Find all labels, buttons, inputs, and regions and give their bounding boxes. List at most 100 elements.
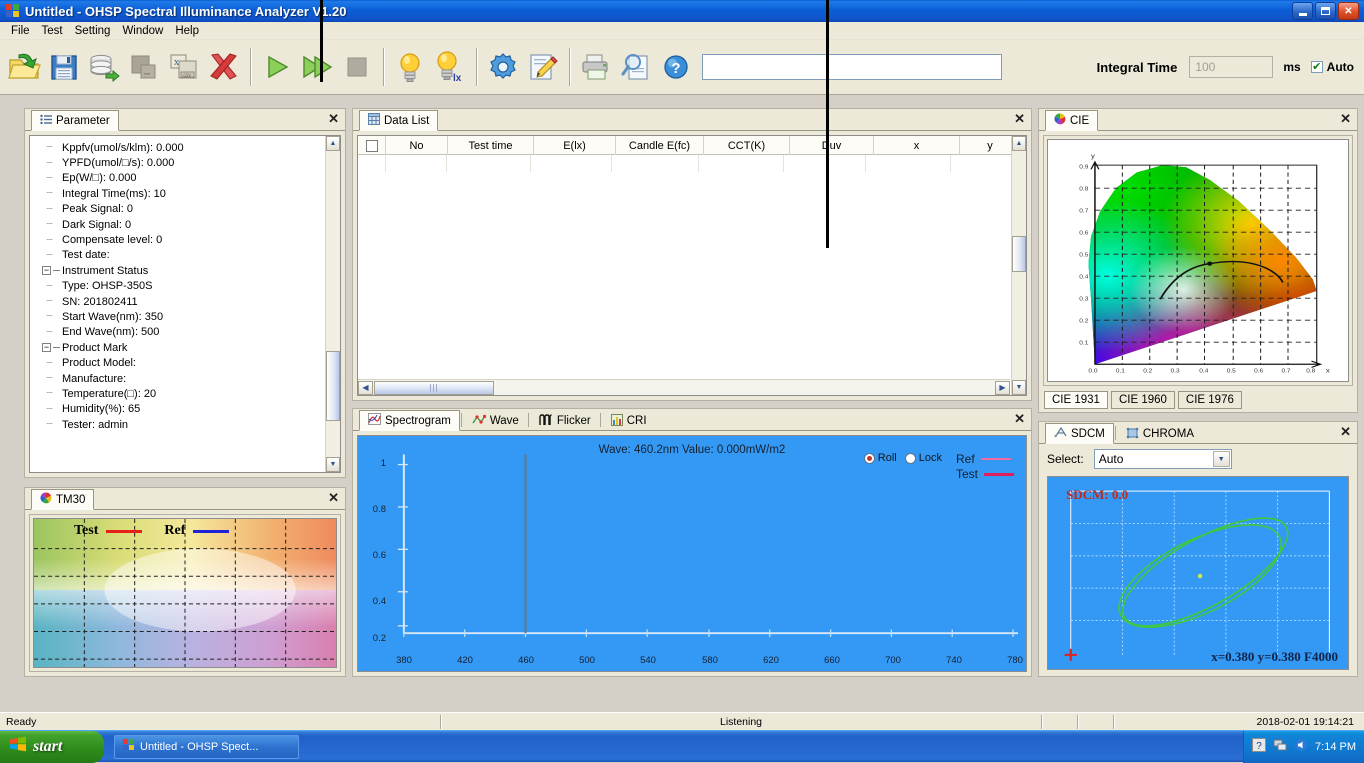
column-header-x[interactable]: x bbox=[874, 136, 960, 155]
print-icon[interactable] bbox=[576, 45, 616, 89]
column-header-duv[interactable]: Duv bbox=[790, 136, 874, 155]
scroll-up-button[interactable]: ▲ bbox=[326, 136, 340, 151]
cie-panel-close[interactable]: ✕ bbox=[1340, 111, 1351, 127]
title-bar: Untitled - OHSP Spectral Illuminance Ana… bbox=[0, 0, 1364, 22]
tm30-color-vector-graphic[interactable]: Test Ref bbox=[33, 518, 337, 668]
taskbar-window-button[interactable]: Untitled - OHSP Spect... bbox=[114, 735, 299, 759]
play-continuous-icon[interactable] bbox=[297, 45, 337, 89]
lamp-icon[interactable] bbox=[390, 45, 430, 89]
expander-icon[interactable]: − bbox=[42, 343, 51, 352]
data-list-grid[interactable]: No Test time E(lx) Candle E(fc) CCT(K) D… bbox=[357, 135, 1027, 396]
sdcm-select-dropdown[interactable]: Auto ▼ bbox=[1094, 449, 1232, 469]
chevron-down-icon[interactable]: ▼ bbox=[1213, 451, 1230, 467]
data-list-vscrollbar[interactable]: ▲ ▼ bbox=[1011, 136, 1026, 395]
menu-window[interactable]: Window bbox=[116, 24, 169, 38]
application-window: Untitled - OHSP Spectral Illuminance Ana… bbox=[0, 0, 1364, 762]
tray-network-icon[interactable] bbox=[1273, 738, 1287, 755]
menu-file[interactable]: File bbox=[5, 24, 36, 38]
restore-button[interactable] bbox=[1315, 2, 1336, 20]
auto-checkbox-group[interactable]: ✔ Auto bbox=[1311, 60, 1354, 74]
minimize-button[interactable] bbox=[1292, 2, 1313, 20]
tree-group[interactable]: − Product Mark bbox=[36, 340, 340, 355]
taskbar: start Untitled - OHSP Spect... ? bbox=[0, 730, 1364, 762]
database-export-icon[interactable] bbox=[84, 45, 124, 89]
parameter-tree[interactable]: ┈Kppfv(umol/s/klm): 0.000 ┈YPFD(umol/□/s… bbox=[29, 135, 341, 473]
expander-icon[interactable]: − bbox=[42, 266, 51, 275]
data-list-hscrollbar[interactable]: ◀ ||| ▶ bbox=[358, 379, 1010, 395]
menu-test[interactable]: Test bbox=[36, 24, 69, 38]
tray-help-icon[interactable]: ? bbox=[1252, 738, 1266, 755]
column-header-elx[interactable]: E(lx) bbox=[534, 136, 616, 155]
tab-chroma[interactable]: CHROMA bbox=[1118, 424, 1202, 444]
sdcm-tabbar: SDCM CHROMA ✕ bbox=[1039, 422, 1357, 444]
auto-checkbox[interactable]: ✔ bbox=[1311, 61, 1323, 73]
tab-sdcm-label: SDCM bbox=[1071, 428, 1105, 440]
help-icon[interactable]: ? bbox=[656, 45, 696, 89]
parameter-panel-close[interactable]: ✕ bbox=[328, 111, 339, 127]
scroll-down-button[interactable]: ▼ bbox=[326, 457, 340, 472]
tab-cie-1976[interactable]: CIE 1976 bbox=[1178, 391, 1242, 409]
svg-text:0.0: 0.0 bbox=[1088, 369, 1098, 374]
toolbar-search-input[interactable] bbox=[702, 54, 1002, 80]
tab-tm30[interactable]: TM30 bbox=[31, 489, 94, 510]
svg-text:0.6: 0.6 bbox=[1079, 231, 1089, 236]
tm30-panel-close[interactable]: ✕ bbox=[328, 490, 339, 506]
save-icon[interactable] bbox=[44, 45, 84, 89]
delete-icon[interactable] bbox=[204, 45, 244, 89]
cie-colorspace-tabs: CIE 1931 CIE 1960 CIE 1976 bbox=[1044, 391, 1242, 409]
scroll-down-button[interactable]: ▼ bbox=[1012, 380, 1026, 395]
tree-item: ┈Tester: admin bbox=[36, 417, 340, 432]
x-tick-label: 420 bbox=[450, 655, 480, 666]
column-header-no[interactable]: No bbox=[386, 136, 448, 155]
tree-group[interactable]: − Instrument Status bbox=[36, 263, 340, 278]
menu-help[interactable]: Help bbox=[169, 24, 205, 38]
tab-cie-1931[interactable]: CIE 1931 bbox=[1044, 391, 1108, 409]
data-list-close[interactable]: ✕ bbox=[1014, 111, 1025, 127]
hscroll-thumb[interactable]: ||| bbox=[374, 381, 494, 395]
tree-item: ┈Type: OHSP-350S bbox=[36, 279, 340, 294]
scroll-right-button[interactable]: ▶ bbox=[995, 381, 1010, 395]
select-all-checkbox[interactable] bbox=[366, 140, 378, 152]
cie-1931-chromaticity-diagram[interactable]: 0.00.1 0.20.3 0.40.5 0.60.7 0.8 0.10.2 0… bbox=[1047, 139, 1349, 382]
menu-setting[interactable]: Setting bbox=[69, 24, 117, 38]
column-header-candle-efc[interactable]: Candle E(fc) bbox=[616, 136, 704, 155]
scroll-thumb[interactable] bbox=[326, 351, 340, 421]
tab-wave[interactable]: Wave bbox=[464, 411, 527, 431]
tab-spectrogram[interactable]: Spectrogram bbox=[359, 410, 460, 431]
scroll-left-button[interactable]: ◀ bbox=[358, 381, 373, 395]
play-icon[interactable] bbox=[257, 45, 297, 89]
print-preview-icon[interactable] bbox=[616, 45, 656, 89]
close-button[interactable]: ✕ bbox=[1338, 2, 1359, 20]
tab-cri[interactable]: CRI bbox=[603, 411, 655, 431]
column-header-test-time[interactable]: Test time bbox=[448, 136, 534, 155]
svg-text:0.1: 0.1 bbox=[1116, 369, 1125, 374]
open-folder-icon[interactable] bbox=[4, 45, 44, 89]
spectrogram-chart[interactable]: Wave: 460.2nm Value: 0.000mW/m2 Roll Loc… bbox=[357, 435, 1027, 672]
tray-volume-icon[interactable] bbox=[1294, 738, 1308, 755]
column-header-select[interactable] bbox=[358, 136, 386, 155]
scroll-thumb[interactable] bbox=[1012, 236, 1026, 272]
scroll-up-button[interactable]: ▲ bbox=[1012, 136, 1026, 151]
settings-gear-icon[interactable] bbox=[483, 45, 523, 89]
tab-cie[interactable]: CIE bbox=[1045, 110, 1098, 131]
start-button[interactable]: start bbox=[0, 731, 104, 763]
tab-sdcm[interactable]: SDCM bbox=[1045, 423, 1114, 444]
tree-item-label: Peak Signal: 0 bbox=[62, 203, 133, 215]
tab-cie-1960[interactable]: CIE 1960 bbox=[1111, 391, 1175, 409]
tab-parameter[interactable]: Parameter bbox=[31, 110, 119, 131]
data-list-rows[interactable] bbox=[358, 155, 1010, 378]
sdcm-panel-close[interactable]: ✕ bbox=[1340, 424, 1351, 440]
excel-export-icon[interactable]: x .csv bbox=[164, 45, 204, 89]
lamp-lx-icon[interactable]: lx bbox=[430, 45, 470, 89]
sdcm-macadam-ellipse-chart[interactable]: SDCM: 0.0 x=0.380 y=0.380 F4000 bbox=[1047, 476, 1349, 670]
tab-flicker[interactable]: Flicker bbox=[531, 411, 599, 431]
parameter-tree-scrollbar[interactable]: ▲ ▼ bbox=[325, 136, 340, 472]
spectrogram-panel-close[interactable]: ✕ bbox=[1014, 411, 1025, 427]
tree-item-label: Manufacture: bbox=[62, 373, 126, 385]
column-header-cct[interactable]: CCT(K) bbox=[704, 136, 790, 155]
tab-data-list[interactable]: Data List bbox=[359, 110, 438, 131]
integral-time-input[interactable] bbox=[1189, 56, 1273, 78]
table-row[interactable] bbox=[358, 155, 1010, 172]
tree-item-label: SN: 201802411 bbox=[62, 296, 138, 308]
edit-note-icon[interactable] bbox=[523, 45, 563, 89]
